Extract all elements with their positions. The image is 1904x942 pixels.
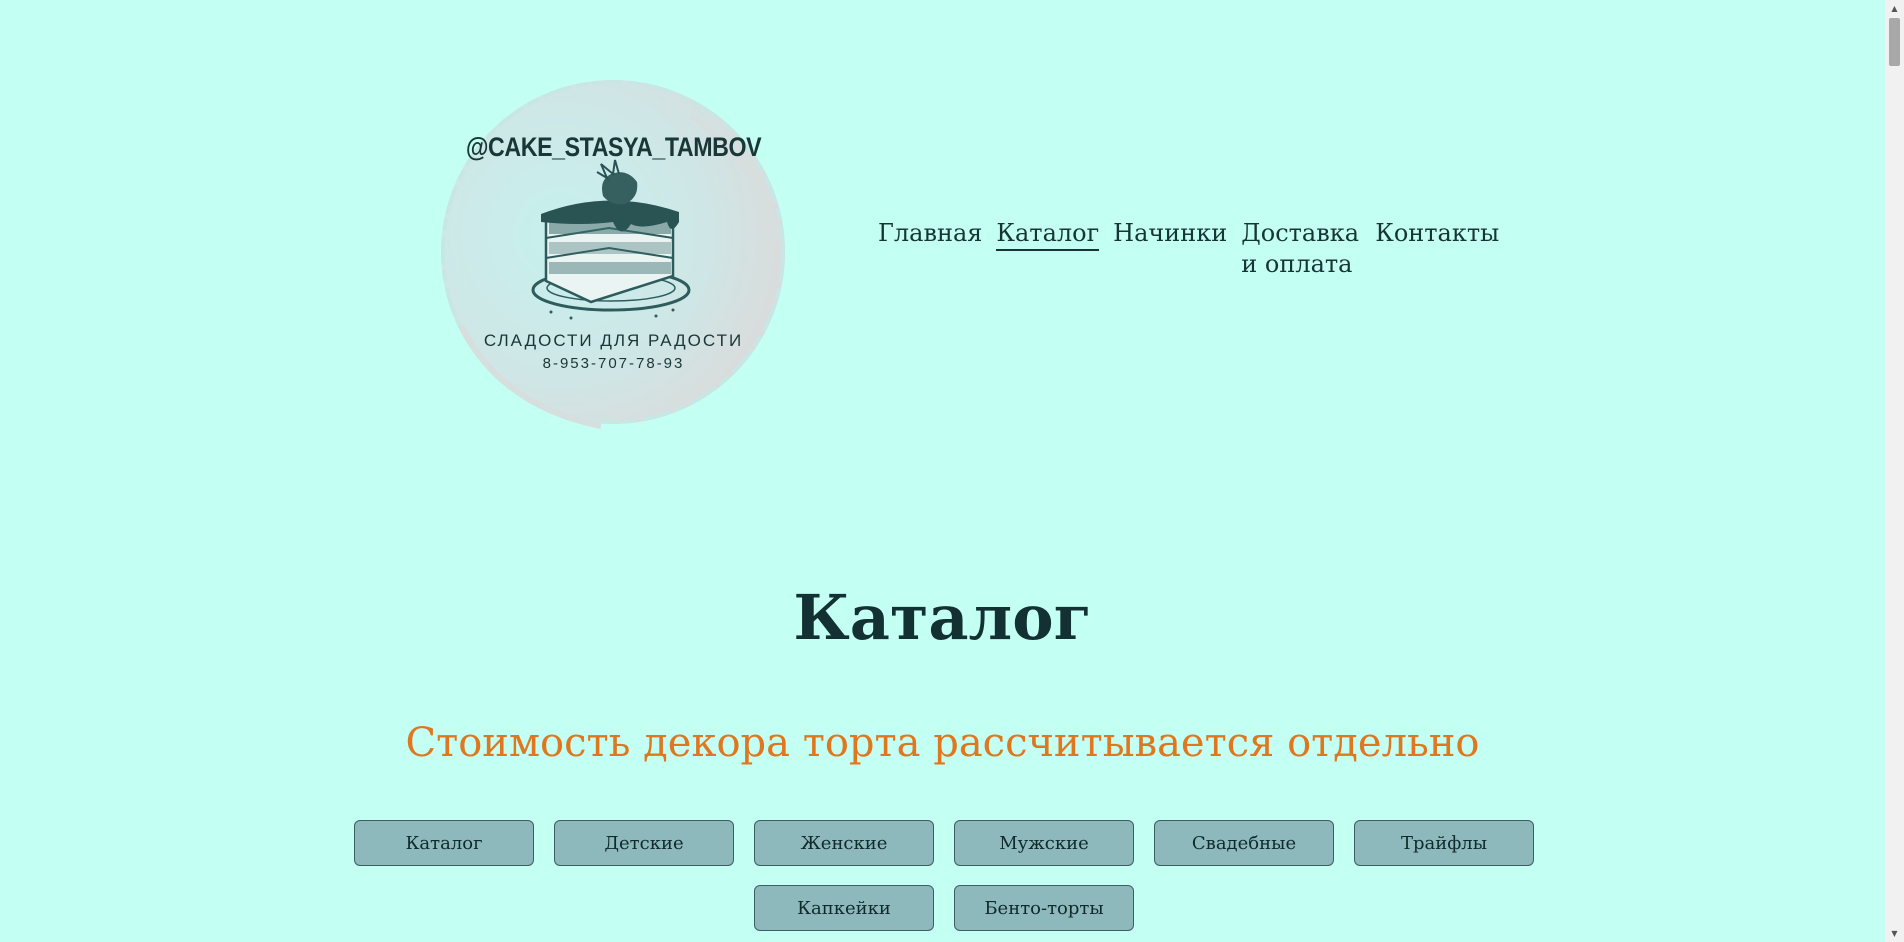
scroll-down-arrow-icon[interactable]: ▼ (1885, 925, 1904, 942)
logo-tagline: СЛАДОСТИ ДЛЯ РАДОСТИ (483, 331, 744, 350)
logo-phone: 8-953-707-78-93 (542, 355, 685, 372)
nav-item-home[interactable]: Главная (878, 218, 982, 249)
filter-button-mens[interactable]: Мужские (954, 820, 1134, 866)
nav-item-contacts[interactable]: Контакты (1375, 218, 1499, 249)
filter-button-womens[interactable]: Женские (754, 820, 934, 866)
page-scrollbar[interactable]: ▲ ▼ (1885, 0, 1904, 942)
filter-button-wedding[interactable]: Свадебные (1154, 820, 1334, 866)
decor-price-notice: Стоимость декора торта рассчитывается от… (405, 720, 1480, 766)
filter-button-kids[interactable]: Детские (554, 820, 734, 866)
nav-item-delivery[interactable]: Доставка и оплата (1241, 218, 1361, 280)
scroll-up-arrow-icon[interactable]: ▲ (1885, 0, 1904, 17)
filter-button-bento[interactable]: Бенто-торты (954, 885, 1134, 931)
page-title: Каталог (793, 581, 1092, 654)
scrollbar-thumb[interactable] (1889, 18, 1900, 66)
main-nav: Главная Каталог Начинки Доставка и оплат… (878, 218, 1499, 280)
nav-item-fillings[interactable]: Начинки (1113, 218, 1227, 249)
logo[interactable]: @CAKE_STASYA_TAMBOV СЛАДОСТИ ДЛЯ РАДОСТИ… (441, 76, 786, 431)
nav-item-catalog[interactable]: Каталог (996, 218, 1100, 251)
logo-handle: @CAKE_STASYA_TAMBOV (465, 132, 762, 162)
filter-button-trifles[interactable]: Трайфлы (1354, 820, 1534, 866)
logo-badge-illustration (441, 80, 785, 429)
filter-button-catalog[interactable]: Каталог (354, 820, 534, 866)
filter-button-cupcakes[interactable]: Капкейки (754, 885, 934, 931)
